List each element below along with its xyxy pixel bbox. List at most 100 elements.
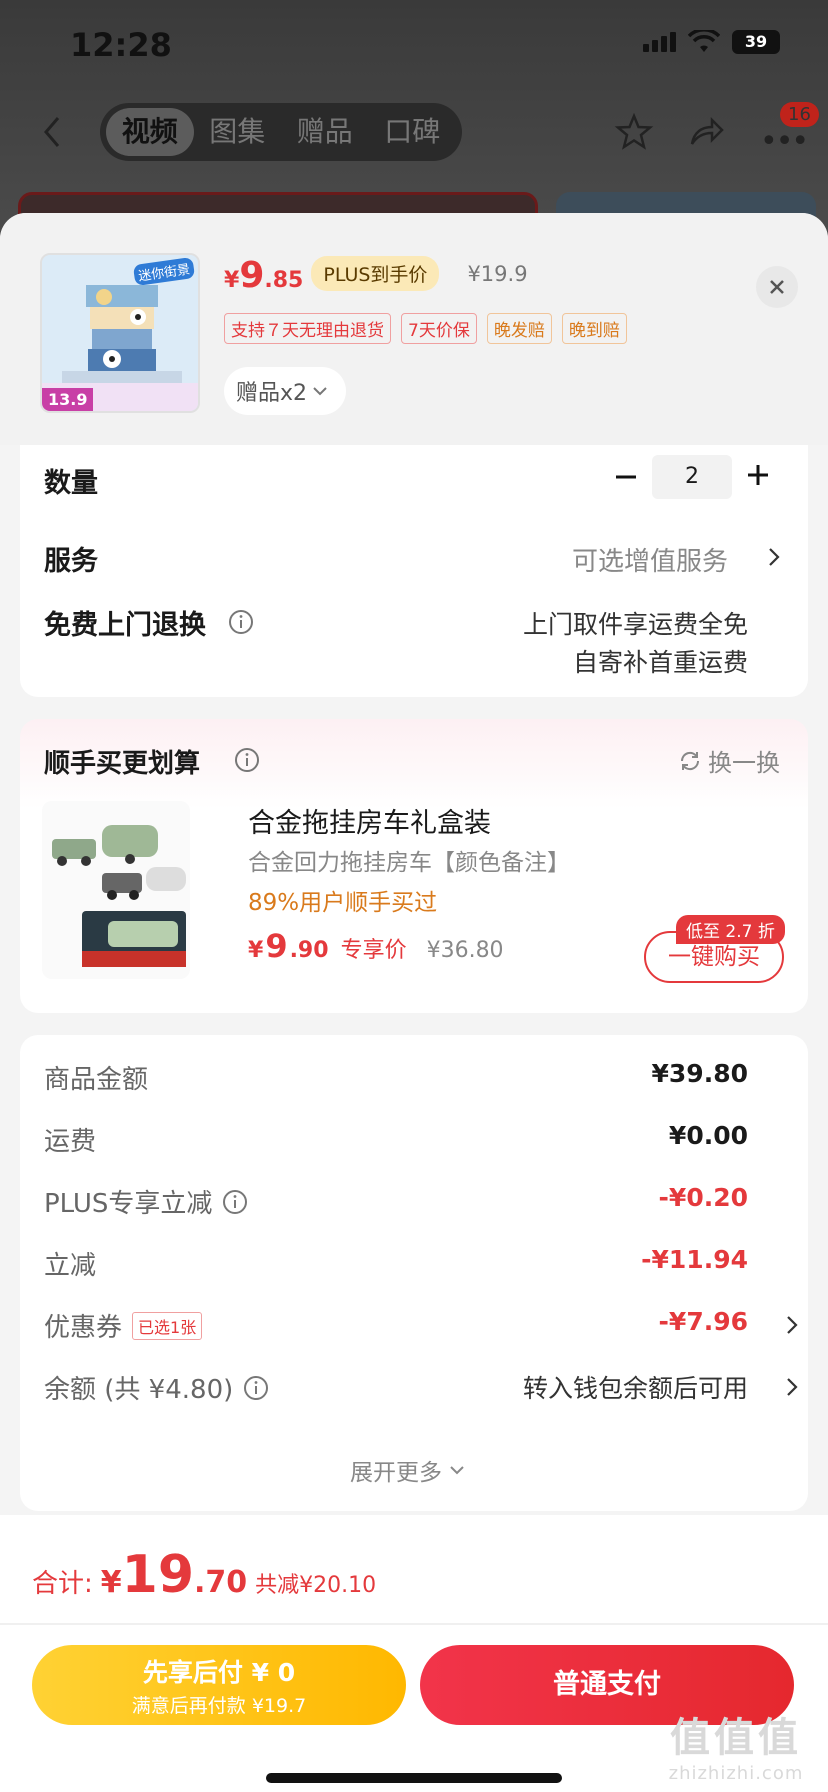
share-icon[interactable]: [686, 112, 726, 152]
tab-video[interactable]: 视频: [106, 108, 194, 156]
chevron-right-icon: [769, 548, 780, 566]
free-return-line-1: 上门取件享运费全免: [522, 610, 748, 639]
pay-later-subtitle: 满意后再付款 ¥19.7: [131, 1695, 307, 1717]
close-icon: [770, 280, 784, 294]
price-decimal: .85: [264, 268, 304, 293]
price-summary-card: 商品金额 ¥39.80 运费 ¥0.00 PLUS专享立减 -¥0.20 立减 …: [20, 1035, 808, 1511]
toy-car-icon: [42, 801, 190, 979]
options-card: 数量 2 服务 可选增值服务 免费上门退换 上门取件享运费全免 自寄补首重运费: [20, 445, 808, 697]
price-integer: 9: [239, 255, 265, 296]
plus-discount-label: PLUS专享立减: [44, 1189, 213, 1219]
instant-discount-label: 立减: [44, 1251, 97, 1281]
tag-late-arrive: 晚到赔: [561, 313, 627, 344]
free-return-label: 免费上门退换: [44, 610, 206, 641]
balance-value: 转入钱包余额后可用: [522, 1374, 748, 1403]
watermark-url: zhizhizhi.com: [668, 1763, 804, 1784]
tag-price-protect: 7天价保: [401, 313, 477, 344]
product-price: ¥ 9 .85 PLUS到手价 ¥19.9: [224, 255, 528, 297]
cellular-signal-icon: [643, 32, 676, 52]
status-bar: 12:28 39: [0, 0, 828, 90]
coupon-label-wrap: 优惠券 已选1张: [44, 1307, 203, 1344]
tab-gifts[interactable]: 赠品: [281, 108, 369, 156]
discount-badge: 低至 2.7 折: [676, 915, 785, 944]
close-button[interactable]: [756, 266, 798, 308]
addon-product-name[interactable]: 合金拖挂房车礼盒装: [248, 801, 491, 840]
total-integer: 19: [121, 1545, 195, 1605]
addon-card: 顺手买更划算 换一换 合金拖挂房车礼盒装 合金回力拖挂房车【颜色备注】 89%用…: [20, 719, 808, 1013]
summary-row-instant-discount: 立减 -¥11.94: [44, 1245, 784, 1285]
chevron-down-icon: [450, 1466, 464, 1475]
swap-label: 换一换: [708, 749, 780, 777]
addon-price-label: 专享价: [340, 938, 407, 963]
plus-discount-label-wrap: PLUS专享立减: [44, 1183, 248, 1220]
gift-selector[interactable]: 赠品x2: [224, 367, 346, 415]
summary-row-coupon[interactable]: 优惠券 已选1张 -¥7.96: [44, 1307, 798, 1347]
favorite-star-icon[interactable]: [614, 112, 654, 152]
coupon-label: 优惠券: [44, 1313, 123, 1343]
message-badge: 16: [780, 102, 819, 127]
service-value[interactable]: 可选增值服务: [572, 541, 728, 578]
battery-icon: 39: [732, 30, 780, 54]
chevron-down-icon: [313, 387, 327, 396]
media-tabs: 视频 图集 赠品 口碑: [100, 103, 462, 161]
coupon-selected-tag: 已选1张: [132, 1311, 203, 1340]
total-currency: ¥: [100, 1565, 122, 1600]
watermark-logo: 值值值: [670, 1715, 802, 1761]
original-price: ¥19.9: [467, 262, 528, 286]
more-menu-icon[interactable]: •••: [760, 124, 809, 159]
addon-price: ¥ 9 .90 专享价 ¥36.80: [248, 927, 504, 965]
checkout-footer: 合计: ¥ 19 .70 共减¥20.10 先享后付 ¥ 0 满意后再付款 ¥1…: [0, 1515, 828, 1792]
thumbnail-price: 13.9: [42, 388, 94, 411]
addon-price-integer: 9: [265, 927, 288, 965]
home-indicator[interactable]: [266, 1773, 562, 1783]
product-thumbnail[interactable]: 迷你街景 13.9: [40, 253, 200, 413]
order-total: 合计: ¥ 19 .70 共减¥20.10: [32, 1545, 376, 1605]
info-icon[interactable]: [222, 1189, 248, 1215]
subtotal-label: 商品金额: [44, 1065, 149, 1095]
divider: [0, 1623, 828, 1625]
info-icon[interactable]: [234, 747, 260, 773]
plus-discount-value: -¥0.20: [658, 1183, 748, 1212]
checkout-sheet: 迷你街景 13.9 ¥ 9 .85 PLUS到手价 ¥19.9 支持７天无理由退…: [0, 213, 828, 1792]
total-savings: 共减¥20.10: [255, 1573, 377, 1598]
watermark: 值值值 zhizhizhi.com: [656, 1705, 816, 1784]
info-icon[interactable]: [228, 609, 254, 635]
tab-reviews[interactable]: 口碑: [369, 108, 457, 156]
addon-price-decimal: .90: [289, 938, 329, 963]
summary-row-subtotal: 商品金额 ¥39.80: [44, 1059, 784, 1099]
swap-button[interactable]: 换一换: [678, 743, 780, 778]
minus-icon[interactable]: [612, 463, 640, 491]
plus-price-badge: PLUS到手价: [311, 256, 440, 291]
pay-later-title: 先享后付 ¥ 0: [142, 1658, 296, 1687]
product-header: 迷你街景 13.9 ¥ 9 .85 PLUS到手价 ¥19.9 支持７天无理由退…: [0, 213, 828, 445]
service-tags: 支持７天无理由退货 7天价保 晚发赔 晚到赔: [224, 313, 627, 344]
service-label: 服务: [44, 546, 98, 577]
status-time: 12:28: [70, 26, 172, 64]
expand-more-button[interactable]: 展开更多: [350, 1453, 464, 1487]
addon-social-proof: 89%用户顺手买过: [248, 890, 438, 916]
shipping-label: 运费: [44, 1127, 97, 1157]
instant-discount-value: -¥11.94: [641, 1245, 748, 1274]
pay-later-button[interactable]: 先享后付 ¥ 0 满意后再付款 ¥19.7: [32, 1645, 406, 1725]
summary-row-balance[interactable]: 余额 (共 ¥4.80) 转入钱包余额后可用: [44, 1369, 798, 1409]
quantity-stepper[interactable]: 2: [652, 455, 732, 499]
expand-more-label: 展开更多: [350, 1460, 442, 1486]
plus-icon[interactable]: [744, 461, 772, 489]
refresh-icon: [680, 751, 700, 770]
price-currency: ¥: [224, 268, 240, 293]
addon-product-image[interactable]: [42, 801, 190, 979]
total-decimal: .70: [194, 1565, 248, 1600]
tab-gallery[interactable]: 图集: [194, 108, 282, 156]
free-return-line-2: 自寄补首重运费: [572, 648, 748, 677]
chevron-right-icon: [787, 1316, 798, 1334]
status-icons: 39: [643, 30, 780, 54]
wifi-icon: [688, 30, 720, 52]
shipping-value: ¥0.00: [668, 1121, 748, 1150]
product-nav-bar: 视频 图集 赠品 口碑 ••• 16: [0, 100, 828, 166]
subtotal-value: ¥39.80: [651, 1059, 748, 1088]
back-arrow-icon[interactable]: [38, 114, 68, 150]
info-icon[interactable]: [243, 1375, 269, 1401]
addon-price-currency: ¥: [248, 938, 264, 963]
gift-label: 赠品x2: [236, 381, 308, 406]
balance-label-wrap: 余额 (共 ¥4.80): [44, 1369, 269, 1406]
